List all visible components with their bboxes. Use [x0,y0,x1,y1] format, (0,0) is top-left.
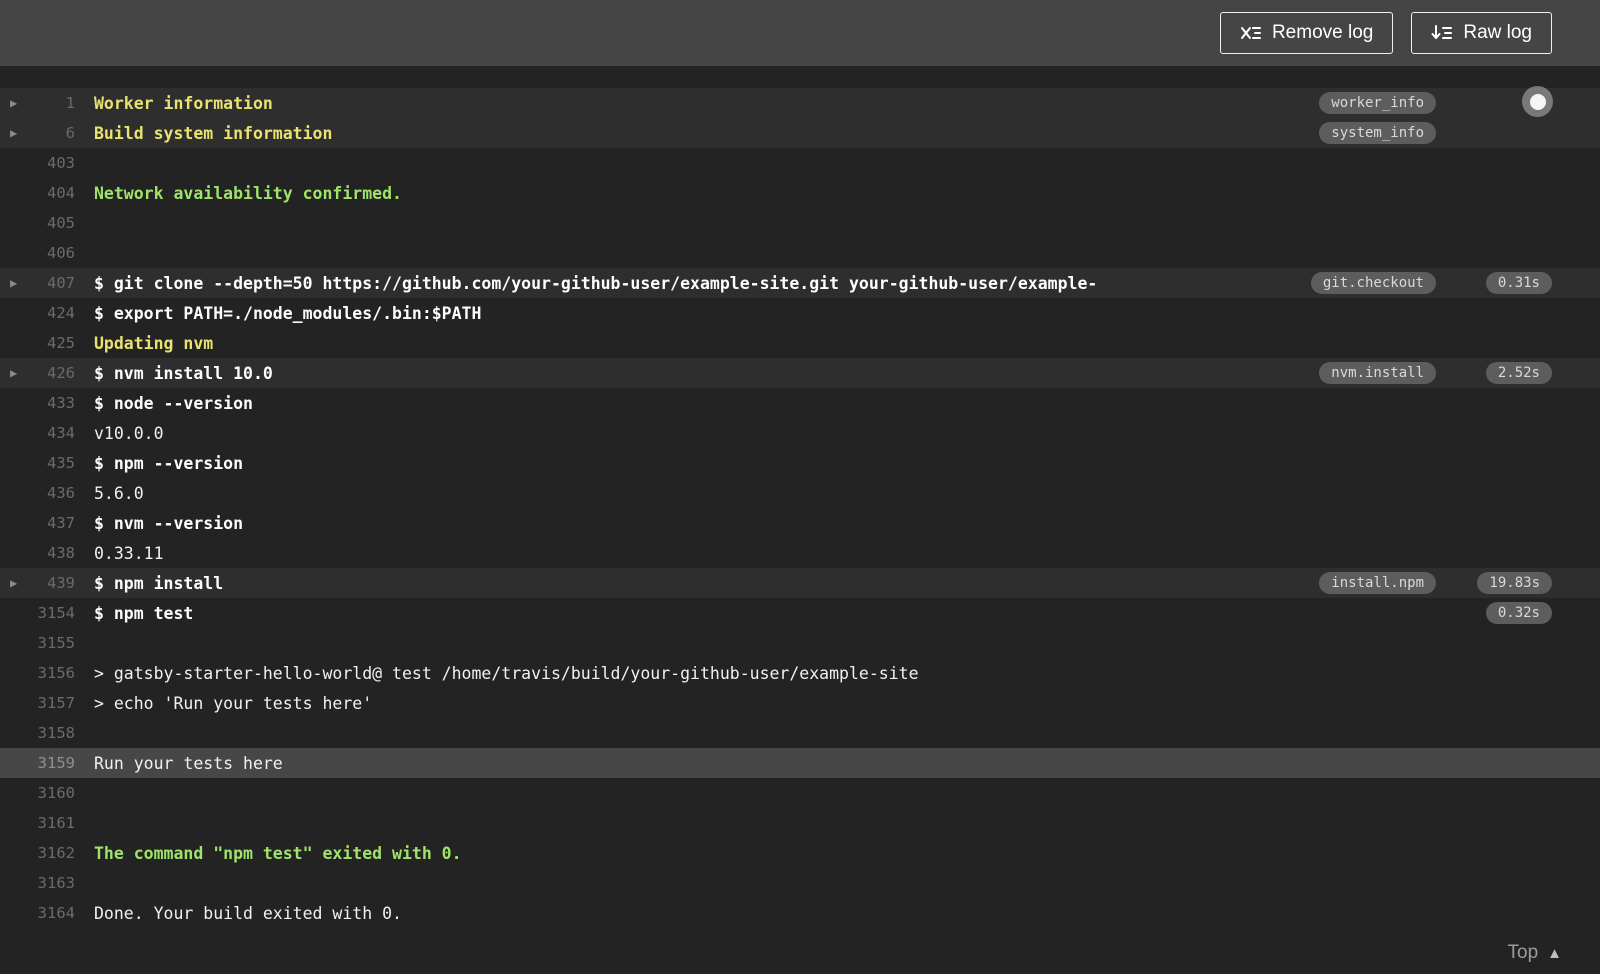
fold-toggle-icon[interactable]: ▶ [10,568,17,598]
log-line-text: $ npm --version [94,453,244,473]
chevron-up-icon: ▲ [1547,944,1562,962]
log-row: 436 5.6.0 [0,478,1600,508]
fold-toggle-icon[interactable]: ▶ [10,358,17,388]
log-row: 438 0.33.11 [0,538,1600,568]
log-row: 3159 Run your tests here [0,748,1600,778]
fold-tag-badge: system_info [1319,122,1436,144]
log-row: 424 $ export PATH=./node_modules/.bin:$P… [0,298,1600,328]
log-row: 434 v10.0.0 [0,418,1600,448]
scroll-to-top-link[interactable]: Top ▲ [1508,942,1563,964]
log-line-text: Run your tests here [94,753,283,773]
line-number[interactable]: 437 [0,514,75,532]
remove-log-button[interactable]: Remove log [1219,12,1394,54]
log-line-text: > gatsby-starter-hello-world@ test /home… [94,663,919,683]
log-line-text: > echo 'Run your tests here' [94,693,373,713]
fold-toggle-icon[interactable]: ▶ [10,268,17,298]
log-line-text: The command "npm test" exited with 0. [94,843,462,863]
log-row: 3155 [0,628,1600,658]
log-line-text: v10.0.0 [94,423,164,443]
log-row: 3163 [0,868,1600,898]
fold-tag-badge: worker_info [1319,92,1436,114]
line-number[interactable]: 425 [0,334,75,352]
raw-log-icon [1431,23,1453,43]
fold-tag-badge: git.checkout [1310,272,1436,294]
log-row: 435 $ npm --version [0,448,1600,478]
fold-toggle-icon[interactable]: ▶ [10,118,17,148]
line-number[interactable]: 404 [0,184,75,202]
top-label: Top [1507,942,1539,963]
line-number[interactable]: 3156 [0,664,75,682]
line-number[interactable]: 434 [0,424,75,442]
line-number[interactable]: 436 [0,484,75,502]
log-row: 405 [0,208,1600,238]
duration-badge: 0.32s [1485,602,1552,624]
log-line-text: Updating nvm [94,333,214,353]
log-line-text: Done. Your build exited with 0. [94,903,402,923]
scroll-position-knob[interactable] [1522,86,1553,117]
log-row: 3158 [0,718,1600,748]
log-row: ▶ 426 $ nvm install 10.0 nvm.install 2.5… [0,358,1600,388]
line-number[interactable]: 438 [0,544,75,562]
log-row: 3161 [0,808,1600,838]
log-toolbar: Remove log Raw log [0,0,1600,66]
log-row: 3156 > gatsby-starter-hello-world@ test … [0,658,1600,688]
log-line-text: 0.33.11 [94,543,164,563]
line-number[interactable]: 406 [0,244,75,262]
line-number[interactable]: 424 [0,304,75,322]
raw-log-button[interactable]: Raw log [1411,12,1552,54]
log-line-text: $ export PATH=./node_modules/.bin:$PATH [94,303,482,323]
log-rows: ▶ 1 Worker information worker_info ▶ 6 B… [0,88,1600,928]
duration-badge: 0.31s [1485,272,1552,294]
build-log: ▶ 1 Worker information worker_info ▶ 6 B… [0,66,1600,974]
log-row: ▶ 6 Build system information system_info [0,118,1600,148]
log-line-text: 5.6.0 [94,483,144,503]
log-line-text: Network availability confirmed. [94,183,402,203]
log-row: 3162 The command "npm test" exited with … [0,838,1600,868]
log-row: 3160 [0,778,1600,808]
line-number[interactable]: 3161 [0,814,75,832]
fold-tag-badge: nvm.install [1319,362,1436,384]
log-line-text: $ nvm --version [94,513,244,533]
line-number[interactable]: 3159 [0,754,75,772]
duration-badge: 2.52s [1485,362,1552,384]
log-row: ▶ 439 $ npm install install.npm 19.83s [0,568,1600,598]
log-line-text: $ node --version [94,393,253,413]
line-number[interactable]: 3155 [0,634,75,652]
raw-log-label: Raw log [1463,22,1532,43]
line-number[interactable]: 405 [0,214,75,232]
log-row: 3164 Done. Your build exited with 0. [0,898,1600,928]
line-number[interactable]: 433 [0,394,75,412]
log-row: ▶ 1 Worker information worker_info [0,88,1600,118]
duration-badge: 19.83s [1477,572,1552,594]
log-row: 403 [0,148,1600,178]
line-number[interactable]: 3158 [0,724,75,742]
line-number[interactable]: 435 [0,454,75,472]
log-row: 437 $ nvm --version [0,508,1600,538]
log-row: 404 Network availability confirmed. [0,178,1600,208]
line-number[interactable]: 3162 [0,844,75,862]
log-row: 406 [0,238,1600,268]
line-number[interactable]: 3163 [0,874,75,892]
line-number[interactable]: 403 [0,154,75,172]
fold-toggle-icon[interactable]: ▶ [10,88,17,118]
line-number[interactable]: 3157 [0,694,75,712]
log-row: 3157 > echo 'Run your tests here' [0,688,1600,718]
log-row: 425 Updating nvm [0,328,1600,358]
line-number[interactable]: 3154 [0,604,75,622]
remove-log-icon [1240,23,1261,43]
log-row: 433 $ node --version [0,388,1600,418]
fold-tag-badge: install.npm [1319,572,1436,594]
line-number[interactable]: 3164 [0,904,75,922]
line-number[interactable]: 3160 [0,784,75,802]
log-line-text: $ npm test [94,603,194,623]
remove-log-label: Remove log [1271,22,1374,43]
log-row: ▶ 407 $ git clone --depth=50 https://git… [0,268,1600,298]
log-row: 3154 $ npm test 0.32s [0,598,1600,628]
